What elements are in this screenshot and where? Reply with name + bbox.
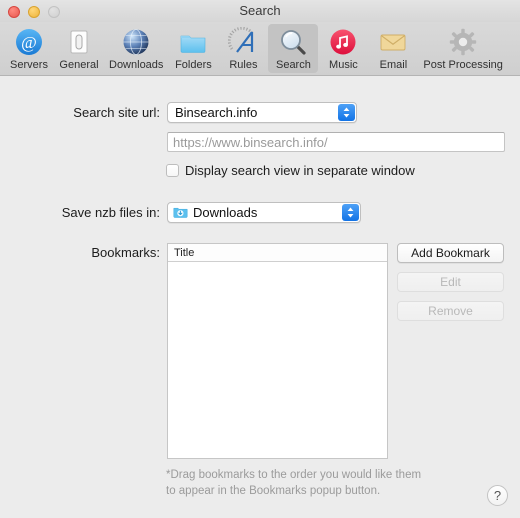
folder-icon [177, 26, 209, 58]
search-site-label-wrap: Search site url: [0, 105, 160, 120]
bookmarks-column-header[interactable]: Title [168, 244, 387, 262]
bookmarks-label-wrap: Bookmarks: [0, 245, 160, 260]
bookmarks-footnote: *Drag bookmarks to the order you would l… [166, 467, 466, 499]
chevron-updown-icon [342, 204, 359, 221]
add-bookmark-button[interactable]: Add Bookmark [397, 243, 504, 263]
toolbar-item-search[interactable]: Search [268, 24, 319, 73]
save-nzb-label: Save nzb files in: [61, 205, 160, 220]
preferences-window: Search @ Servers General Downloads Folde… [0, 0, 520, 518]
toolbar-item-folders[interactable]: Folders [168, 24, 218, 73]
preferences-content: Search site url: Binsearch.info https://… [0, 76, 520, 517]
toolbar-label: Servers [10, 59, 48, 71]
separate-window-label: Display search view in separate window [185, 163, 415, 178]
title-bar: Search [0, 0, 520, 22]
separate-window-checkbox[interactable] [166, 164, 179, 177]
toolbar-label: Post Processing [423, 59, 503, 71]
search-url-placeholder: https://www.binsearch.info/ [173, 134, 328, 150]
toolbar-label: Folders [175, 59, 212, 71]
downloads-folder-icon [173, 205, 188, 220]
toolbar-label: Rules [229, 59, 258, 71]
at-sign-icon: @ [13, 26, 45, 58]
save-nzb-label-wrap: Save nzb files in: [0, 205, 160, 220]
bookmarks-list-body[interactable] [168, 262, 387, 458]
toolbar-item-email[interactable]: Email [368, 24, 418, 73]
toolbar-item-post-processing[interactable]: Post Processing [418, 24, 507, 73]
toolbar-label: Email [379, 59, 408, 71]
chevron-updown-icon [338, 104, 355, 121]
svg-text:@: @ [21, 33, 37, 52]
search-site-value: Binsearch.info [175, 105, 258, 120]
toolbar-item-downloads[interactable]: Downloads [104, 24, 168, 73]
toolbar-item-general[interactable]: General [54, 24, 104, 73]
toolbar-item-servers[interactable]: @ Servers [4, 24, 54, 73]
footnote-line-2: to appear in the Bookmarks popup button. [166, 485, 381, 497]
switch-icon [63, 26, 95, 58]
music-note-icon [327, 26, 359, 58]
remove-bookmark-button: Remove [397, 301, 504, 321]
edit-bookmark-label: Edit [440, 275, 461, 289]
separate-window-checkbox-row[interactable]: Display search view in separate window [166, 163, 415, 178]
window-title: Search [239, 3, 281, 18]
search-site-popup[interactable]: Binsearch.info [167, 102, 357, 123]
toolbar-label: General [59, 59, 99, 71]
add-bookmark-label: Add Bookmark [411, 246, 490, 260]
remove-bookmark-label: Remove [428, 304, 473, 318]
footnote-line-1: *Drag bookmarks to the order you would l… [166, 469, 422, 481]
help-label: ? [493, 488, 502, 503]
help-button[interactable]: ? [487, 485, 508, 506]
search-site-label: Search site url: [73, 105, 160, 120]
globe-icon [120, 26, 152, 58]
toolbar-label: Search [275, 59, 311, 71]
bookmarks-label: Bookmarks: [91, 245, 160, 260]
edit-bookmark-button: Edit [397, 272, 504, 292]
save-nzb-popup[interactable]: Downloads [167, 202, 361, 223]
toolbar-item-rules[interactable]: Rules [218, 24, 268, 73]
ruler-triangle-icon [227, 26, 259, 58]
gear-icon [447, 26, 479, 58]
envelope-icon [377, 26, 409, 58]
search-url-field[interactable]: https://www.binsearch.info/ [167, 132, 505, 152]
bookmarks-list[interactable]: Title [167, 243, 388, 459]
magnifier-icon [277, 26, 309, 58]
preferences-toolbar: @ Servers General Downloads Folders Rule… [0, 22, 520, 76]
bookmarks-column-title: Title [174, 246, 195, 259]
toolbar-item-music[interactable]: Music [318, 24, 368, 73]
save-nzb-value: Downloads [193, 205, 258, 220]
toolbar-label: Downloads [109, 59, 164, 71]
toolbar-label: Music [329, 59, 358, 71]
